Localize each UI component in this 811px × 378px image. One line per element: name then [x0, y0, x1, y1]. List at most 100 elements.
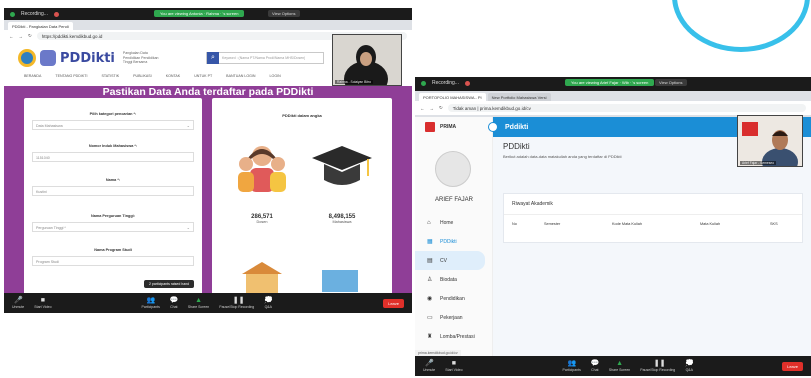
qa-button[interactable]: 💭 Q&A — [264, 297, 273, 309]
main-nav: BERANDA TENTANG PDDIKTI STATISTIK PUBLIK… — [24, 74, 281, 78]
nav-item[interactable]: BERANDA — [24, 74, 41, 78]
browser-tab-new-portfolio[interactable]: New Portfolio Mahasiswa Versi — [487, 93, 551, 101]
unmute-button[interactable]: 🎤 Unmute — [12, 297, 24, 309]
forward-icon[interactable]: → — [19, 34, 24, 39]
leave-button[interactable]: Leave — [383, 298, 404, 308]
panel-divider — [504, 214, 802, 215]
qa-button[interactable]: 💭 Q&A — [685, 360, 694, 372]
webcam-tile[interactable]: Arief Fajar - Semeseo — [737, 115, 803, 167]
forward-icon[interactable]: → — [430, 106, 435, 111]
webcam-caption: Rahma - Solaiyan Bitro — [335, 80, 373, 84]
trophy-icon: ♜ — [427, 333, 433, 340]
share-screen-button[interactable]: ▲ Share Screen — [609, 360, 630, 372]
reload-icon[interactable]: ↻ — [439, 105, 443, 111]
category-select[interactable]: Data Mahasiswa ⌄ — [32, 120, 194, 130]
sidebar-item-pddikti[interactable]: ▦ PDDikti — [415, 232, 493, 251]
education-icon: ◉ — [427, 295, 433, 302]
stats-illustration — [238, 146, 372, 192]
page-subtitle: Berikut adalah data-data matakuliah anda… — [503, 154, 622, 159]
search-input[interactable]: ⌕ Keyword : (Nama PT/Nama Prodi/Nama MHS… — [206, 52, 324, 64]
nav-item[interactable]: STATISTIK — [101, 74, 119, 78]
pt-select[interactable]: Perguruan Tinggi * ⌄ — [32, 222, 194, 232]
participants-icon: 👥 — [146, 297, 156, 304]
participants-icon: 👥 — [567, 360, 577, 367]
recording-indicator: Recording... — [21, 11, 48, 17]
lecturer-stat: 286,571 Dosen — [232, 214, 292, 224]
chevron-down-icon: ⌄ — [186, 123, 190, 128]
book-icon — [322, 270, 358, 292]
nav-item[interactable]: PUBLIKASI — [133, 74, 152, 78]
unmute-label: Unmute — [12, 305, 25, 309]
sidebar-item-pekerjaan[interactable]: ▭ Pekerjaan — [415, 308, 493, 327]
share-screen-icon: ▲ — [616, 360, 623, 367]
sidebar-menu: ⌂ Home ▦ PDDikti ▤ CV ♙ Biodata ◉ Pendidikan … — [415, 213, 493, 346]
nav-item[interactable]: LOGIN — [270, 74, 281, 78]
pause-recording-button[interactable]: ❚❚ Pause/Stop Recording — [219, 297, 254, 309]
pddikti-logo[interactable]: PDDikti Pangkalan Data Pendidikan Pendid… — [18, 49, 163, 67]
participants-button[interactable]: 👥 Participants — [563, 360, 581, 372]
start-video-button[interactable]: ■ Start Video — [445, 360, 462, 372]
zoom-window-right: Recording... You are viewing Arief Fajar… — [415, 77, 811, 376]
name-label: Nama *: — [105, 178, 121, 182]
sidebar-item-lomba[interactable]: ♜ Lomba/Prestasi — [415, 327, 493, 346]
raised-hand-notice[interactable]: 2 participants raised hand — [144, 280, 195, 288]
search-form-card: Pilih kategori pencarian *: Data Mahasis… — [24, 98, 202, 298]
column-header: SKS — [770, 222, 778, 226]
camera-icon: ■ — [40, 297, 45, 304]
camera-icon: ■ — [451, 360, 456, 367]
view-options-button[interactable]: View Options — [655, 79, 687, 86]
sidebar-item-label: CV — [440, 257, 447, 264]
prodi-input[interactable]: Program Studi — [32, 256, 194, 266]
browser-tab-portfolio[interactable]: PORTOFOLIO MAHASISWA - PI — [419, 93, 486, 101]
back-icon[interactable]: ← — [420, 106, 425, 111]
leave-button[interactable]: Leave — [782, 361, 803, 371]
category-value: Data Mahasiswa — [36, 124, 63, 128]
share-screen-button[interactable]: ▲ Share Screen — [188, 297, 209, 309]
chat-button[interactable]: 💬 Chat — [170, 297, 179, 309]
search-icon[interactable]: ⌕ — [207, 52, 219, 64]
lecturer-label: Dosen — [256, 220, 268, 224]
nav-item[interactable]: TENTANG PDDIKTI — [55, 74, 87, 78]
chat-button[interactable]: 💬 Chat — [591, 360, 600, 372]
brand[interactable]: PRIMA — [415, 117, 492, 137]
person-icon: ♙ — [427, 276, 433, 283]
chat-label: Chat — [170, 305, 178, 309]
pause-recording-button[interactable]: ❚❚ Pause/Stop Recording — [640, 360, 675, 372]
nav-item[interactable]: BANTUAN LOGIN — [226, 74, 255, 78]
menu-toggle-icon[interactable] — [488, 122, 498, 132]
viewing-banner: You are viewing Arief Fajar · Wib · 's s… — [565, 79, 655, 86]
sidebar-item-biodata[interactable]: ♙ Biodata — [415, 270, 493, 289]
participants-button[interactable]: 👥 Participants — [142, 297, 160, 309]
nim-input[interactable]: 1151040 — [32, 152, 194, 162]
sidebar-item-pendidikan[interactable]: ◉ Pendidikan — [415, 289, 493, 308]
share-screen-label: Share Screen — [608, 368, 631, 372]
url-field[interactable]: Tidak aman | prima.kemdikbud.go.id/cv — [447, 104, 806, 112]
zoom-window-left: Recording... You are viewing Antonia · R… — [4, 8, 412, 313]
sidebar-item-home[interactable]: ⌂ Home — [415, 213, 493, 232]
unmute-button[interactable]: 🎤 Unmute — [423, 360, 435, 372]
webcam-caption: Arief Fajar - Semeseo — [740, 161, 777, 165]
nav-item[interactable]: KONTAK — [166, 74, 181, 78]
browser-tab-pddikti[interactable]: PDDikti - Pangkalan Data Pendi — [8, 22, 73, 30]
name-input[interactable]: Kustini — [32, 186, 194, 196]
share-screen-icon: ▲ — [195, 297, 202, 304]
sidebar-item-cv[interactable]: ▤ CV — [415, 251, 485, 270]
webcam-tile[interactable]: Rahma - Solaiyan Bitro — [332, 34, 402, 86]
stats-title: PDDikti dalam angka — [282, 113, 322, 118]
nav-item[interactable]: UNTUK PT — [194, 74, 212, 78]
unmute-label: Unmute — [423, 368, 436, 372]
reload-icon[interactable]: ↻ — [28, 33, 32, 39]
record-icon — [464, 80, 470, 86]
sidebar: PRIMA ARIEF FAJAR ⌂ Home ▦ PDDikti ▤ CV ♙ Bi… — [415, 117, 493, 356]
sidebar-item-label: Home — [440, 219, 454, 226]
pt-label: Nama Perguruan Tinggi: — [90, 214, 136, 218]
view-options-button[interactable]: View Options — [268, 10, 300, 17]
back-icon[interactable]: ← — [9, 34, 14, 39]
pt-field: Nama Perguruan Tinggi: Perguruan Tinggi … — [24, 214, 202, 232]
start-video-button[interactable]: ■ Start Video — [34, 297, 51, 309]
sidebar-item-label: Biodata — [440, 276, 457, 283]
page: Recording... You are viewing Antonia · R… — [0, 0, 811, 378]
column-header: Semester — [544, 222, 561, 226]
lecturers-icon — [238, 146, 286, 192]
nim-label: Nomor Induk Mahasiswa *: — [88, 144, 138, 148]
